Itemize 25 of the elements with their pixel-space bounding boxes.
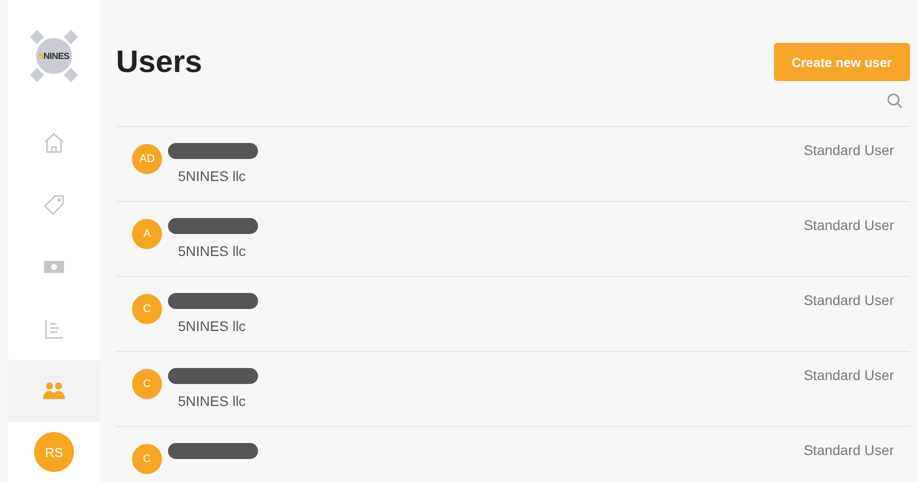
nav-item[interactable]: [8, 360, 100, 422]
user-role: Standard User: [804, 217, 894, 235]
user-row[interactable]: C 5NINES llc Standard User: [116, 351, 910, 426]
user-avatar: C: [132, 369, 162, 399]
tag-icon: [42, 193, 66, 217]
company-name: 5NINES llc: [178, 243, 247, 259]
company-name: 5NINES llc: [178, 318, 247, 334]
logo: 5NINES: [24, 26, 84, 86]
company-name: 5NINES llc: [178, 393, 247, 409]
user-role: Standard User: [804, 442, 894, 460]
user-avatar: A: [132, 219, 162, 249]
user-avatar: C: [132, 444, 162, 474]
user-row[interactable]: A 5NINES llc Standard User: [116, 201, 910, 276]
user-row[interactable]: C 5NINES llc Standard User: [116, 276, 910, 351]
page-title: Users: [116, 44, 202, 80]
user-row[interactable]: AD 5NINES llc Standard User: [116, 126, 910, 201]
user-role: Standard User: [804, 367, 894, 385]
home-icon: [42, 131, 66, 155]
user-row[interactable]: C Standard User: [116, 426, 910, 482]
company-name: 5NINES llc: [178, 168, 247, 184]
user-role: Standard User: [804, 142, 894, 160]
user-avatar: AD: [132, 144, 162, 174]
user-role: Standard User: [804, 292, 894, 310]
search-icon[interactable]: [886, 92, 904, 110]
user-avatar: C: [132, 294, 162, 324]
